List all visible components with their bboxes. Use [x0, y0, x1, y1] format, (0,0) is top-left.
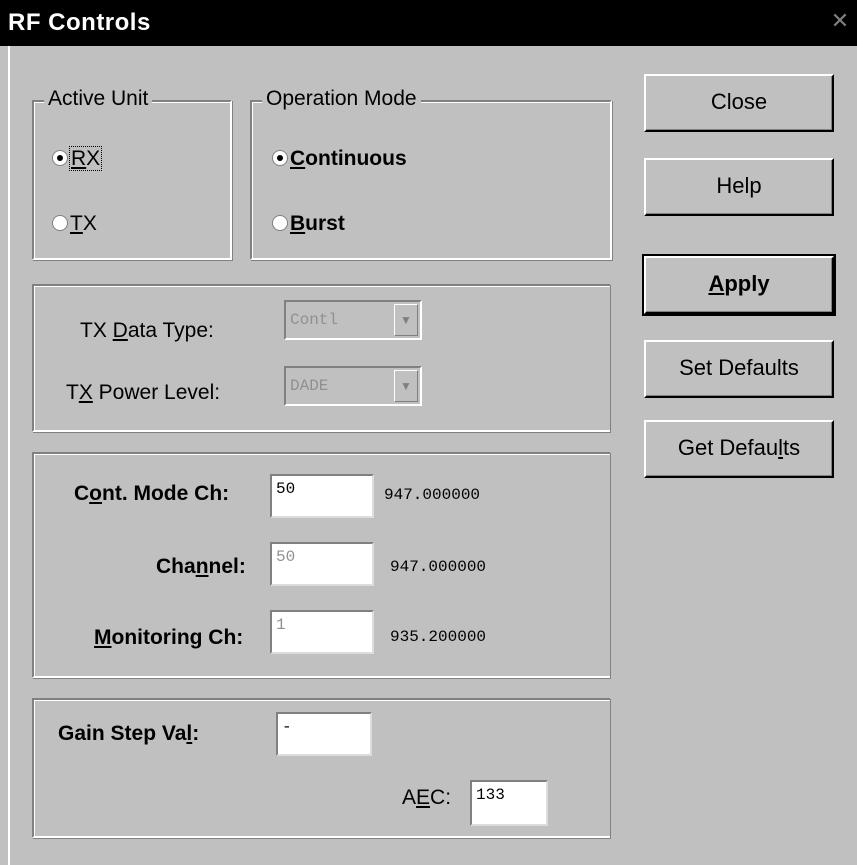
chevron-down-icon[interactable]: ▼ — [394, 304, 418, 336]
radio-burst[interactable]: Burst — [272, 212, 345, 236]
cont-mode-frequency: 947.000000 — [384, 486, 481, 504]
active-unit-legend: Active Unit — [44, 87, 153, 111]
tx-data-type-label: TX Data Type: — [80, 319, 214, 342]
tx-power-level-label: TX Power Level: — [66, 381, 221, 404]
radio-burst-label: Burst — [290, 212, 345, 235]
radio-indicator[interactable] — [52, 215, 68, 231]
aec-label: AEC: — [402, 786, 452, 809]
close-button[interactable]: Close — [644, 74, 834, 132]
monitoring-frequency: 935.200000 — [390, 628, 487, 646]
tx-data-type-value: Contl — [290, 311, 339, 329]
dialog-client: Active Unit RX TX Operation Mode Continu… — [8, 46, 857, 865]
tx-power-level-select[interactable]: DADE ▼ — [284, 366, 422, 406]
tx-power-level-value: DADE — [290, 377, 329, 395]
channel-input[interactable]: 50 — [270, 542, 374, 586]
title-bar: RF Controls ✕ — [0, 0, 857, 46]
channel-frequency: 947.000000 — [390, 558, 487, 576]
chevron-down-icon[interactable]: ▼ — [394, 370, 418, 402]
set-defaults-button[interactable]: Set Defaults — [644, 340, 834, 398]
close-icon[interactable]: ✕ — [827, 8, 853, 34]
channel-label: Channel: — [156, 555, 246, 578]
operation-mode-legend: Operation Mode — [262, 87, 421, 111]
operation-mode-group: Operation Mode Continuous Burst — [250, 87, 612, 260]
tx-data-type-select[interactable]: Contl ▼ — [284, 300, 422, 340]
radio-indicator[interactable] — [52, 150, 68, 166]
gain-step-val-label: Gain Step Val: — [58, 722, 200, 745]
gain-panel: Gain Step Val: - AEC: 133 — [32, 698, 610, 838]
aec-input[interactable]: 133 — [470, 780, 548, 826]
radio-continuous-label: Continuous — [290, 147, 407, 170]
active-unit-group: Active Unit RX TX — [32, 87, 232, 260]
radio-tx-label: TX — [70, 212, 97, 235]
channels-panel: Cont. Mode Ch: 50 947.000000 Channel: 50… — [32, 452, 610, 678]
radio-rx-label: RX — [68, 146, 103, 171]
radio-indicator[interactable] — [272, 150, 288, 166]
tx-settings-panel: TX Data Type: Contl ▼ TX Power Level: DA… — [32, 284, 610, 432]
radio-rx[interactable]: RX — [52, 146, 103, 171]
help-button[interactable]: Help — [644, 158, 834, 216]
monitoring-ch-label: Monitoring Ch: — [94, 626, 244, 649]
cont-mode-ch-label: Cont. Mode Ch: — [74, 482, 230, 505]
radio-tx[interactable]: TX — [52, 212, 97, 236]
radio-indicator[interactable] — [272, 215, 288, 231]
radio-continuous[interactable]: Continuous — [272, 147, 407, 171]
gain-step-val-input[interactable]: - — [276, 712, 372, 756]
cont-mode-ch-input[interactable]: 50 — [270, 474, 374, 518]
apply-button[interactable]: Apply — [642, 254, 836, 316]
window-title: RF Controls — [8, 9, 151, 36]
get-defaults-button[interactable]: Get Defaults — [644, 420, 834, 478]
monitoring-ch-input[interactable]: 1 — [270, 610, 374, 654]
